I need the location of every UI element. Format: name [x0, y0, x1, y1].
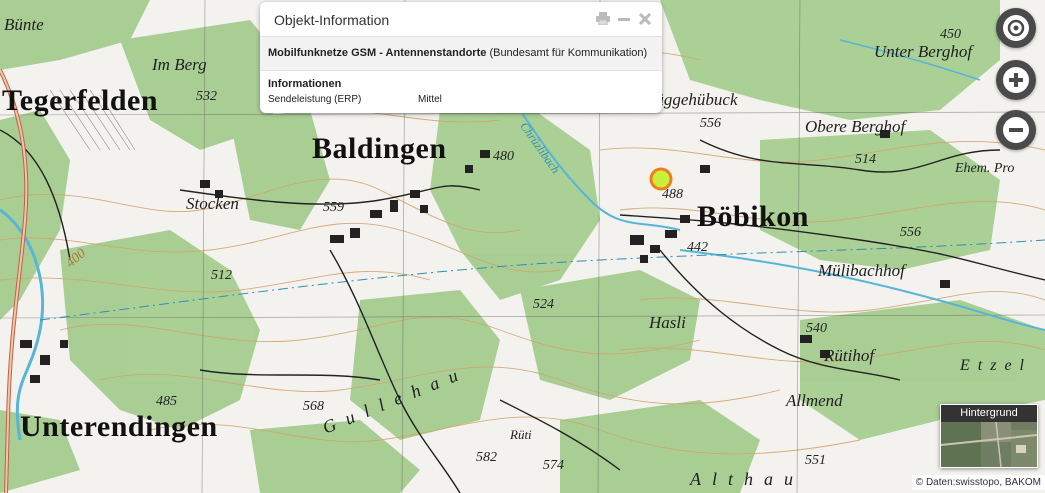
- elevation-442: 442: [687, 240, 708, 255]
- map-attribution: © Daten:swisstopo, BAKOM: [911, 475, 1045, 490]
- popup-row-key: Sendeleistung (ERP): [268, 94, 362, 105]
- elevation-556-east: 556: [900, 225, 921, 240]
- map-label-althau: Althau: [690, 469, 804, 489]
- map-label-obere-berghof: Obere Berghof: [805, 117, 906, 136]
- map-label-stocken: Stocken: [186, 194, 239, 213]
- antenna-marker: [649, 167, 673, 191]
- elevation-512: 512: [211, 268, 232, 283]
- close-icon[interactable]: [637, 11, 652, 26]
- elevation-551: 551: [805, 453, 826, 468]
- popup-layer-bar: Mobilfunknetze GSM - Antennenstandorte (…: [260, 37, 662, 71]
- elevation-540: 540: [806, 321, 827, 336]
- elevation-514: 514: [855, 152, 876, 167]
- elevation-524: 524: [533, 297, 554, 312]
- map-label-tegerfelden: Tegerfelden: [2, 84, 159, 117]
- elevation-488: 488: [662, 187, 683, 202]
- map-label-im-berg: Im Berg: [152, 55, 207, 74]
- map-label-buente: Bünte: [4, 15, 44, 34]
- elevation-480: 480: [493, 149, 514, 164]
- elevation-556-north: 556: [700, 116, 721, 131]
- plus-icon: [1003, 67, 1029, 93]
- map-label-unterendingen: Unterendingen: [20, 410, 218, 443]
- zoom-out-button[interactable]: [996, 110, 1036, 150]
- elevation-485: 485: [156, 394, 177, 409]
- map-label-hasli: Hasli: [649, 313, 686, 332]
- popup-title: Objekt-Information: [274, 12, 390, 28]
- popup-header: Objekt-Information: [260, 2, 662, 37]
- map-label-etzel: Etzel: [960, 357, 1032, 374]
- locate-button[interactable]: [996, 8, 1036, 48]
- popup-layer-source: (Bundesamt für Kommunikation): [489, 47, 648, 59]
- elevation-568: 568: [303, 399, 324, 414]
- elevation-582: 582: [476, 450, 497, 465]
- elevation-532: 532: [196, 89, 217, 104]
- object-info-popup: Objekt-Information Mobilfunknetze GSM - …: [260, 2, 662, 113]
- map-label-ruetihof: Rütihof: [824, 346, 875, 365]
- popup-section-heading: Informationen: [268, 78, 342, 90]
- elevation-559: 559: [323, 200, 344, 215]
- background-switcher[interactable]: Hintergrund: [940, 404, 1038, 468]
- print-icon[interactable]: [595, 11, 610, 26]
- popup-row-value: Mittel: [418, 94, 442, 105]
- map-label-rueti: Rüti: [510, 427, 532, 442]
- map-label-unter-berghof: Unter Berghof: [874, 42, 973, 61]
- background-switcher-label: Hintergrund: [941, 405, 1037, 422]
- map-label-boebikon: Böbikon: [697, 200, 809, 233]
- minimize-icon[interactable]: [616, 11, 631, 26]
- popup-layer-name: Mobilfunknetze GSM - Antennenstandorte: [268, 47, 487, 59]
- zoom-in-button[interactable]: [996, 60, 1036, 100]
- target-icon: [1003, 15, 1029, 41]
- map-label-allmend: Allmend: [786, 391, 843, 410]
- map-label-muelibachhof: Mülibachhof: [818, 261, 905, 280]
- map-label-ehem-pro: Ehem. Pro: [955, 161, 1015, 176]
- map-label-baldingen: Baldingen: [312, 132, 447, 165]
- elevation-450: 450: [940, 27, 961, 42]
- elevation-574: 574: [543, 458, 564, 473]
- minus-icon: [1003, 117, 1029, 143]
